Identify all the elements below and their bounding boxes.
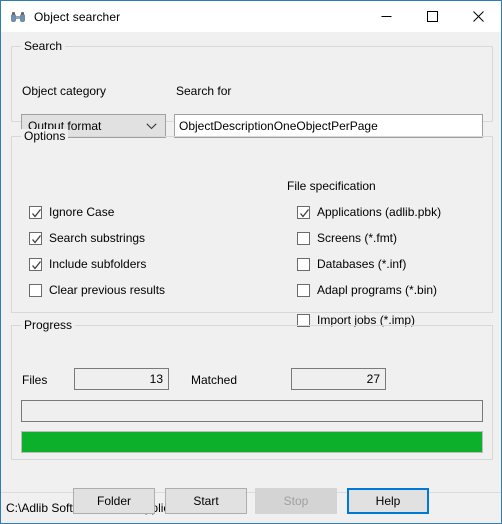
binoculars-icon [10, 9, 26, 25]
files-label: Files [22, 373, 48, 387]
checkbox-search-substrings[interactable]: Search substrings [29, 231, 145, 245]
check-icon [32, 260, 42, 270]
checkbox-box [29, 283, 42, 297]
progress-bar [21, 431, 483, 453]
help-button-label: Help [375, 494, 401, 508]
checkbox-box [297, 257, 310, 271]
maximize-icon [426, 11, 438, 22]
checkbox-box [29, 231, 42, 245]
checkbox-label: Adapl programs (*.bin) [317, 283, 438, 297]
stop-button-label: Stop [283, 494, 309, 508]
folder-button-label: Folder [96, 494, 131, 508]
minimize-icon [381, 16, 391, 17]
checkbox-ignore-case[interactable]: Ignore Case [29, 205, 114, 219]
check-icon [300, 208, 310, 218]
checkbox-adapl-programs-bin[interactable]: Adapl programs (*.bin) [297, 283, 437, 297]
checkbox-databases-inf[interactable]: Databases (*.inf) [297, 257, 406, 271]
checkbox-box [297, 283, 310, 297]
search-for-value: ObjectDescriptionOneObjectPerPage [179, 119, 378, 133]
file-specification-label: File specification [287, 179, 376, 193]
chevron-down-icon [146, 119, 157, 133]
checkbox-label: Search substrings [49, 231, 146, 245]
start-button[interactable]: Start [165, 488, 247, 514]
progress-bar-fill [22, 432, 482, 452]
checkbox-box [297, 231, 310, 245]
checkbox-include-subfolders[interactable]: Include subfolders [29, 257, 146, 271]
window-title: Object searcher [34, 9, 121, 24]
checkbox-label: Applications (adlib.pbk) [317, 205, 442, 219]
search-for-input[interactable]: ObjectDescriptionOneObjectPerPage [174, 114, 483, 138]
checkbox-box [29, 257, 42, 271]
search-for-label: Search for [176, 84, 232, 98]
window-controls [363, 1, 501, 32]
checkbox-label: Include subfolders [49, 257, 147, 271]
close-icon [472, 11, 484, 22]
minimize-button[interactable] [363, 1, 409, 32]
search-group-label: Search [21, 39, 66, 53]
check-icon [32, 234, 42, 244]
progress-status-field [21, 400, 483, 422]
folder-button[interactable]: Folder [73, 488, 155, 514]
matched-count-field: 27 [291, 368, 386, 390]
object-category-label: Object category [22, 84, 107, 98]
help-button[interactable]: Help [347, 488, 429, 514]
checkbox-box [29, 205, 42, 219]
matched-count-value: 27 [366, 372, 380, 386]
object-searcher-window: Object searcher Search Object category S… [0, 0, 502, 524]
checkbox-label: Ignore Case [49, 205, 115, 219]
check-icon [32, 208, 42, 218]
checkbox-label: Clear previous results [49, 283, 166, 297]
dialog-client-area: Search Object category Search for Output… [1, 32, 501, 514]
maximize-button[interactable] [409, 1, 455, 32]
files-count-value: 13 [149, 372, 163, 386]
checkbox-label: Screens (*.fmt) [317, 231, 398, 245]
checkbox-applications-pbk[interactable]: Applications (adlib.pbk) [297, 205, 441, 219]
stop-button: Stop [255, 488, 337, 514]
files-count-field: 13 [74, 368, 169, 390]
close-button[interactable] [455, 1, 501, 32]
checkbox-screens-fmt[interactable]: Screens (*.fmt) [297, 231, 397, 245]
checkbox-label: Databases (*.inf) [317, 257, 407, 271]
title-bar: Object searcher [1, 1, 501, 32]
matched-label: Matched [191, 373, 238, 387]
checkbox-clear-previous-results[interactable]: Clear previous results [29, 283, 165, 297]
options-group-label: Options [21, 129, 69, 143]
start-button-label: Start [193, 494, 219, 508]
checkbox-box [297, 205, 310, 219]
progress-group-label: Progress [21, 318, 76, 332]
